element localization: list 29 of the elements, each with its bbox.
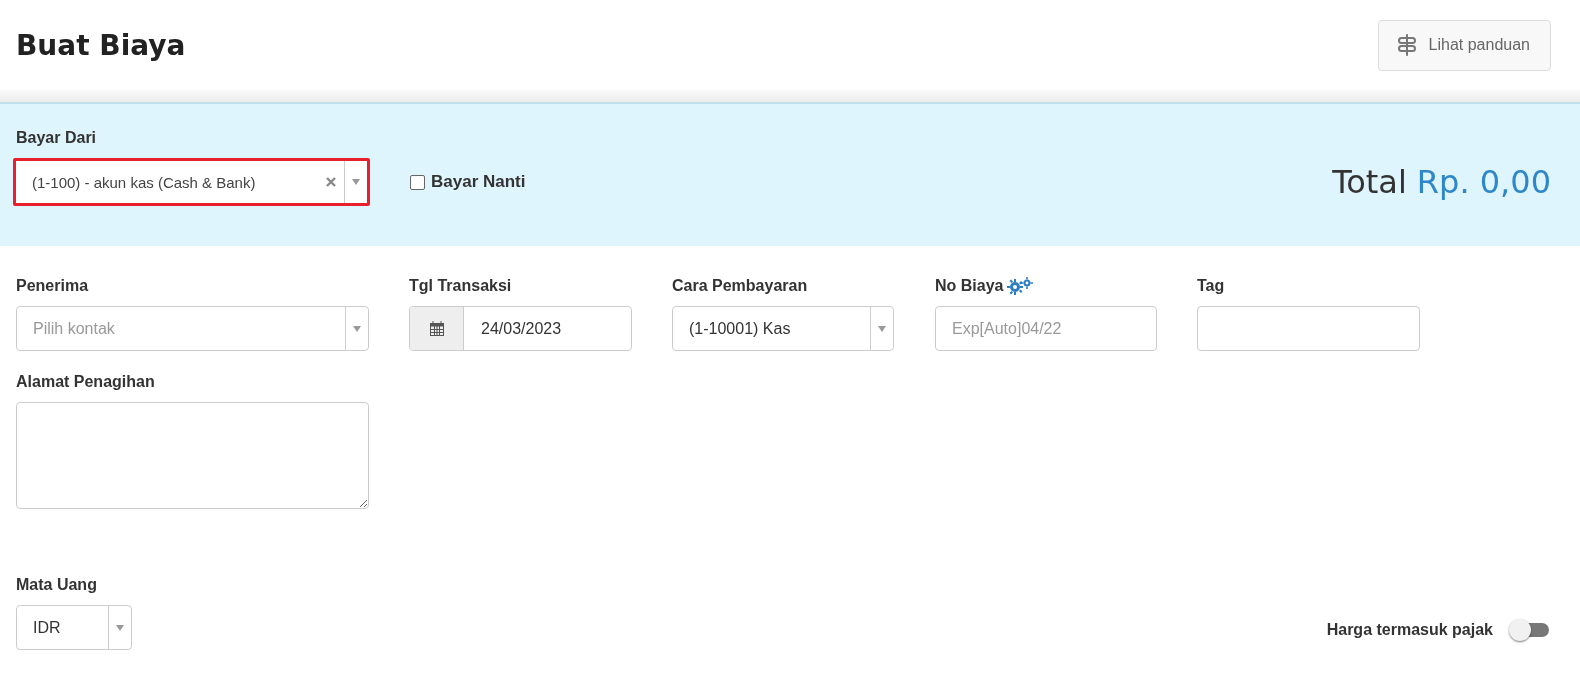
field-label: Alamat Penagihan [16, 373, 155, 391]
checkbox[interactable] [410, 174, 425, 190]
caret-icon [353, 325, 361, 332]
calendar-icon [429, 321, 444, 336]
caret-icon [352, 179, 360, 185]
field-label: Tgl Transaksi [409, 277, 512, 295]
checkbox-label: Bayar Nanti [431, 172, 526, 192]
caret-icon [116, 624, 124, 631]
account-select[interactable]: (1-100) - akun kas (Cash & Bank) [16, 161, 367, 203]
field-label: Penerima [16, 277, 89, 295]
text-field[interactable]: Exp[Auto]04/22 [935, 306, 1157, 351]
field-label: Tag [1197, 277, 1225, 295]
guide-button[interactable]: Lihat panduan [1377, 19, 1551, 71]
select-field[interactable]: (1-10001) Kas [672, 306, 894, 351]
date-field[interactable]: 24/03/2023 [409, 306, 632, 351]
field-label: No Biaya [935, 277, 1004, 295]
text-field[interactable] [1197, 306, 1420, 351]
caret-icon [878, 325, 886, 332]
signpost-icon [1396, 34, 1417, 56]
field-label: Cara Pembayaran [672, 277, 808, 295]
field-label: Mata Uang [16, 576, 97, 594]
switch-label: Harga termasuk pajak [1326, 621, 1493, 639]
field-label: Bayar Dari [16, 128, 98, 148]
page-title: Buat Biaya [16, 28, 186, 62]
total-label: Total [1332, 163, 1407, 201]
gears-icon[interactable] [1007, 277, 1036, 295]
total-amount: Rp. 0,00 [1416, 163, 1551, 201]
clear-icon[interactable] [326, 177, 336, 187]
currency-select[interactable]: IDR [16, 605, 132, 650]
